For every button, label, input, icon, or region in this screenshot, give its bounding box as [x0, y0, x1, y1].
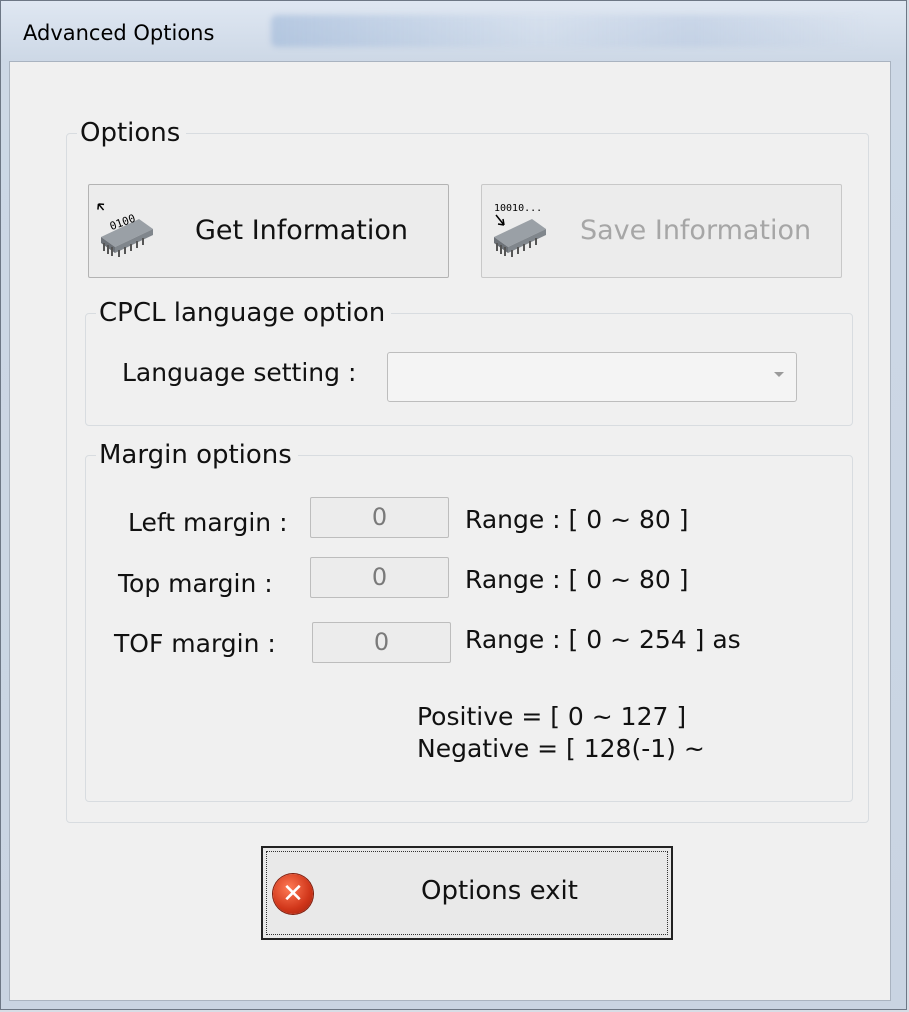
tof-margin-field[interactable]: 0 — [312, 622, 451, 663]
get-information-label: Get Information — [195, 215, 408, 246]
left-margin-label: Left margin : — [128, 508, 288, 537]
left-margin-field[interactable]: 0 — [310, 497, 449, 538]
window-title: Advanced Options — [23, 21, 215, 45]
title-bar[interactable]: Advanced Options — [1, 1, 906, 61]
chip-write-icon-text: 10010... — [494, 203, 542, 214]
language-setting-dropdown[interactable] — [387, 352, 797, 402]
margin-options-legend: Margin options — [99, 440, 292, 470]
save-information-button[interactable]: 10010... Save Information — [481, 184, 842, 278]
tof-margin-range: Range : [ 0 ~ 254 ] as — [465, 625, 741, 654]
chip-write-icon: 10010... — [494, 203, 546, 257]
top-margin-field[interactable]: 0 — [310, 557, 449, 598]
left-margin-range: Range : [ 0 ~ 80 ] — [465, 505, 689, 534]
positive-range-note: Positive = [ 0 ~ 127 ] — [417, 702, 687, 731]
negative-range-note: Negative = [ 128(-1) ~ — [417, 734, 705, 763]
chevron-down-icon — [774, 372, 784, 377]
tof-margin-label: TOF margin : — [114, 629, 276, 658]
cpcl-language-legend: CPCL language option — [99, 298, 386, 328]
top-margin-range: Range : [ 0 ~ 80 ] — [465, 565, 689, 594]
options-group-legend: Options — [80, 118, 181, 148]
advanced-options-window: Advanced Options Options 0100 Get Inform… — [0, 0, 907, 1010]
dialog-client-area: Options 0100 Get Information 10010... Sa… — [9, 61, 891, 1001]
save-information-label: Save Information — [580, 215, 812, 246]
get-information-button[interactable]: 0100 Get Information — [88, 184, 449, 278]
options-exit-button[interactable]: ✕ Options exit — [261, 846, 673, 940]
close-icon: ✕ — [273, 874, 313, 914]
chip-read-icon: 0100 — [97, 203, 153, 257]
background-window-title-blur — [271, 15, 871, 47]
language-setting-label: Language setting : — [122, 358, 357, 387]
top-margin-label: Top margin : — [118, 569, 273, 598]
options-exit-label: Options exit — [421, 876, 578, 906]
